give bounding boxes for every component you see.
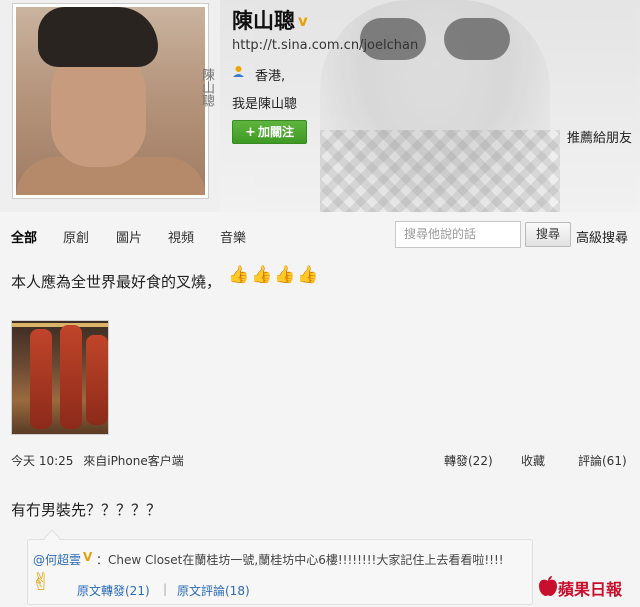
tab-images[interactable]: 圖片 — [116, 227, 142, 246]
comment-link[interactable]: 評論(61) — [578, 452, 627, 469]
avatar[interactable]: 陳山聰 — [12, 3, 214, 199]
avatar-photo — [16, 7, 205, 195]
repost-text: ：Chew Closet在蘭桂坊一號,蘭桂坊中心6樓!!!!!!!!大家記住上去… — [96, 553, 504, 567]
recommend-link[interactable]: 推薦給朋友 — [567, 127, 632, 146]
repost-author-link[interactable]: @何超雲 — [33, 551, 81, 568]
checked-shirt-pattern — [320, 130, 560, 212]
post-text: 有冇男裝先？？？？？ — [11, 501, 162, 519]
tab-videos[interactable]: 視頻 — [168, 227, 194, 246]
location-text: 香港, — [255, 69, 286, 84]
advanced-search-link[interactable]: 高級搜尋 — [576, 227, 628, 246]
post-source[interactable]: 來自iPhone客户端 — [83, 454, 184, 468]
tab-music[interactable]: 音樂 — [220, 227, 246, 246]
separator: | — [163, 582, 168, 596]
forward-link[interactable]: 轉發(22) — [444, 452, 493, 469]
tab-original[interactable]: 原創 — [63, 227, 89, 246]
follow-label: 加關注 — [257, 125, 294, 139]
emoji-row: 👍 👍 👍 👍 — [228, 264, 319, 286]
newspaper-watermark: 蘋果日報 — [558, 580, 623, 599]
thumbs-up-icon: 👍 — [228, 265, 250, 285]
verified-icon: V — [83, 550, 93, 564]
profile-bio: 我是陳山聰 — [232, 97, 298, 112]
post-image[interactable] — [11, 320, 109, 435]
profile-header: 陳山聰 陳山聰 v http://t.sina.com.cn/joelchan … — [0, 0, 640, 212]
post-text: 本人應為全世界最好食的叉燒， — [11, 273, 222, 291]
avatar-signature: 陳山聰 — [199, 68, 214, 107]
thumbs-up-icon: 👍 — [251, 265, 273, 285]
post-meta: 今天 10:25 來自iPhone客户端 — [11, 452, 184, 469]
post-time[interactable]: 今天 10:25 — [11, 454, 73, 468]
original-forward-link[interactable]: 原文轉發(21) — [77, 582, 150, 599]
plus-icon: + — [245, 125, 256, 140]
verified-icon: v — [298, 12, 308, 30]
location-icon — [233, 66, 244, 77]
search-button[interactable]: 搜尋 — [525, 222, 571, 247]
victory-hand-icon: ✌ — [31, 568, 52, 596]
thumbs-up-icon: 👍 — [274, 265, 296, 285]
profile-name: 陳山聰 — [232, 9, 295, 33]
thumbs-up-icon: 👍 — [297, 265, 319, 285]
original-comment-link[interactable]: 原文評論(18) — [177, 582, 250, 599]
favorite-link[interactable]: 收藏 — [521, 452, 545, 469]
apple-logo-icon — [539, 576, 557, 596]
search-input[interactable]: 搜尋他說的話 — [395, 221, 521, 248]
follow-button[interactable]: + 加關注 — [232, 120, 307, 144]
tab-all[interactable]: 全部 — [11, 227, 37, 246]
profile-url[interactable]: http://t.sina.com.cn/joelchan — [232, 38, 418, 53]
